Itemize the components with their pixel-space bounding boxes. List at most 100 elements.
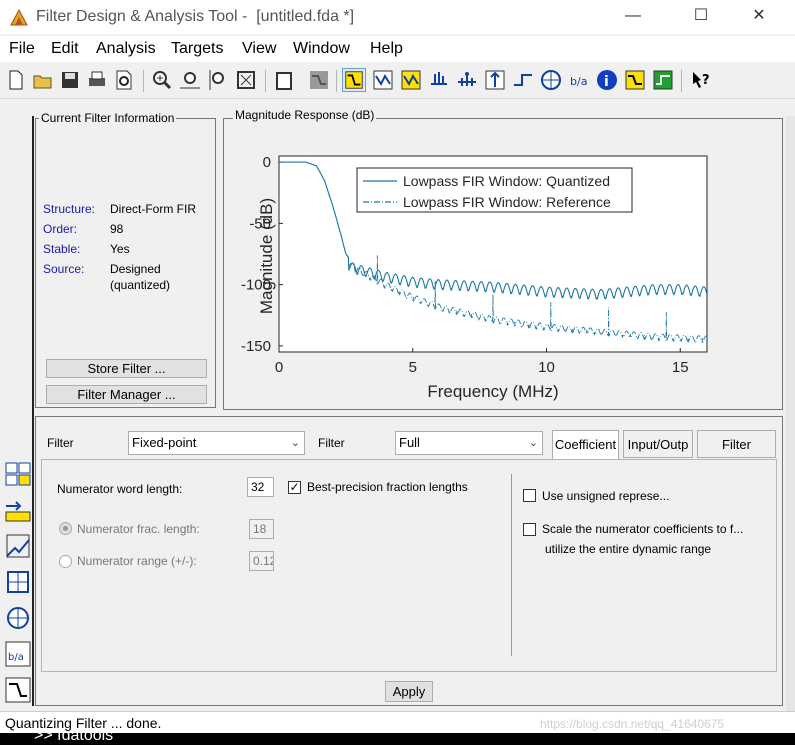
best-precision-label: Best-precision fraction lengths	[307, 480, 468, 494]
store-filter-button[interactable]: Store Filter ...	[46, 359, 207, 378]
unsigned-representation-checkbox[interactable]	[523, 489, 536, 502]
numerator-word-length-label: Numerator word length:	[57, 482, 183, 496]
close-button[interactable]: ✕	[736, 0, 782, 34]
full-view-icon[interactable]	[234, 68, 258, 92]
status-bar: Quantizing Filter ... done. https://blog…	[0, 711, 795, 734]
x-axis-label: Frequency (MHz)	[427, 382, 558, 401]
step-response-icon[interactable]	[483, 68, 507, 92]
best-precision-checkbox[interactable]: ✓	[288, 481, 301, 494]
structure-label: Structure:	[43, 202, 96, 216]
design-sidebar: b/a	[0, 116, 34, 706]
realize-model-icon[interactable]	[4, 568, 32, 596]
y-tick-label: 0	[263, 154, 271, 171]
phase-response-icon[interactable]	[371, 68, 395, 92]
info-icon[interactable]: i	[595, 68, 619, 92]
x-tick-label: 15	[672, 359, 689, 376]
command-line: >> fdatools	[34, 733, 114, 744]
filter-precision-select[interactable]: Full ⌄	[395, 431, 543, 455]
vertical-divider	[511, 474, 512, 656]
tab-coefficient[interactable]: Coefficient	[552, 430, 619, 460]
print-icon[interactable]	[85, 68, 109, 92]
y-axis-label: Magnitude (dB)	[257, 198, 276, 314]
legend-entry: Lowpass FIR Window: Reference	[403, 194, 611, 210]
app-logo-icon	[10, 8, 28, 26]
magnitude-estimate-icon[interactable]	[623, 68, 647, 92]
menu-targets[interactable]: Targets	[171, 40, 223, 58]
filter-arithmetic-value: Fixed-point	[132, 435, 197, 450]
magnitude-response-chart[interactable]: 0 5 10 150-50-100-150Lowpass FIR Window: Qu…	[224, 130, 780, 408]
toolbar-separator	[265, 70, 266, 92]
apply-button[interactable]: Apply	[385, 681, 433, 702]
numerator-frac-length-input[interactable]: 18	[249, 519, 274, 539]
minimize-button[interactable]: —	[610, 0, 656, 34]
set-quantization-icon[interactable]	[4, 532, 32, 560]
svg-text:?: ?	[702, 73, 710, 88]
numerator-frac-length-radio[interactable]	[59, 522, 72, 535]
numerator-range-radio[interactable]	[59, 555, 72, 568]
menu-file[interactable]: File	[9, 40, 35, 58]
toolbar-separator	[143, 70, 144, 92]
save-icon[interactable]	[58, 68, 82, 92]
magnitude-phase-icon[interactable]	[399, 68, 423, 92]
import-filter-icon[interactable]	[4, 604, 32, 632]
status-text: Quantizing Filter ... done.	[5, 715, 162, 731]
menu-window[interactable]: Window	[293, 40, 350, 58]
watermark: https://blog.csdn.net/qq_41640675	[540, 717, 725, 731]
round-off-noise-icon[interactable]	[651, 68, 675, 92]
structure-value: Direct-Form FIR	[110, 202, 196, 216]
multirate-design-icon[interactable]: b/a	[4, 640, 32, 668]
menu-help[interactable]: Help	[370, 40, 403, 58]
numerator-frac-length-label: Numerator frac. length:	[77, 522, 200, 536]
new-icon[interactable]	[4, 68, 28, 92]
numerator-range-input[interactable]: 0.12	[249, 551, 274, 571]
order-value: 98	[110, 222, 124, 236]
stable-label: Stable:	[43, 242, 81, 256]
magnitude-response-icon[interactable]	[342, 68, 366, 92]
transform-filter-icon[interactable]	[4, 496, 32, 524]
print-preview-icon[interactable]	[112, 68, 136, 92]
new-figure-icon[interactable]	[272, 68, 296, 92]
unsigned-representation-label: Use unsigned represe...	[542, 489, 670, 503]
filter-coefficients-icon[interactable]	[539, 68, 563, 92]
scrollbar[interactable]	[786, 116, 795, 711]
filter-precision-value: Full	[399, 435, 420, 450]
order-label: Order:	[43, 222, 78, 236]
impulse-response-icon[interactable]	[455, 68, 479, 92]
numerator-word-length-input[interactable]: 32	[247, 477, 274, 497]
tab-filter-internals[interactable]: Filter	[697, 430, 776, 458]
zoom-y-icon[interactable]	[206, 68, 230, 92]
toolbar: b/a i ?	[0, 64, 795, 99]
menu-analysis[interactable]: Analysis	[96, 40, 156, 58]
magnitude-response-title: Magnitude Response (dB)	[233, 108, 377, 122]
filter-arithmetic-select[interactable]: Fixed-point ⌄	[128, 431, 305, 455]
pole-zero-icon[interactable]	[511, 68, 535, 92]
pole-zero-editor-icon[interactable]	[4, 460, 32, 488]
design-mode-icon[interactable]	[307, 68, 331, 92]
source-value-qualifier: (quantized)	[110, 278, 171, 292]
scale-coefficients-label-line2: utilize the entire dynamic range	[545, 542, 712, 556]
zoom-in-icon[interactable]	[150, 68, 174, 92]
open-icon[interactable]	[31, 68, 55, 92]
whats-this-icon[interactable]: ?	[689, 68, 713, 92]
current-filter-title: Current Filter Information	[39, 111, 177, 125]
filter-manager-button[interactable]: Filter Manager ...	[46, 385, 207, 404]
title-bar: Filter Design & Analysis Tool - [untitle…	[0, 0, 795, 34]
zoom-x-icon[interactable]	[178, 68, 202, 92]
menu-edit[interactable]: Edit	[51, 40, 79, 58]
source-value: Designed	[110, 262, 161, 276]
filter-precision-label: Filter	[318, 436, 345, 450]
chevron-down-icon: ⌄	[290, 437, 300, 449]
scale-coefficients-checkbox[interactable]	[523, 523, 536, 536]
menu-view[interactable]: View	[242, 40, 276, 58]
numerator-range-label: Numerator range (+/-):	[77, 554, 197, 568]
tab-input-output[interactable]: Input/Outp	[623, 430, 693, 458]
x-tick-label: 0	[275, 359, 283, 376]
toolbar-separator	[681, 70, 682, 92]
design-filter-icon[interactable]	[4, 676, 32, 704]
scale-coefficients-label: Scale the numerator coefficients to f...	[542, 522, 744, 536]
y-tick-label: -150	[241, 338, 271, 355]
filter-information-icon[interactable]: b/a	[567, 68, 591, 92]
maximize-button[interactable]: ☐	[678, 0, 724, 34]
window-title: Filter Design & Analysis Tool - [untitle…	[36, 8, 355, 25]
group-delay-icon[interactable]	[427, 68, 451, 92]
